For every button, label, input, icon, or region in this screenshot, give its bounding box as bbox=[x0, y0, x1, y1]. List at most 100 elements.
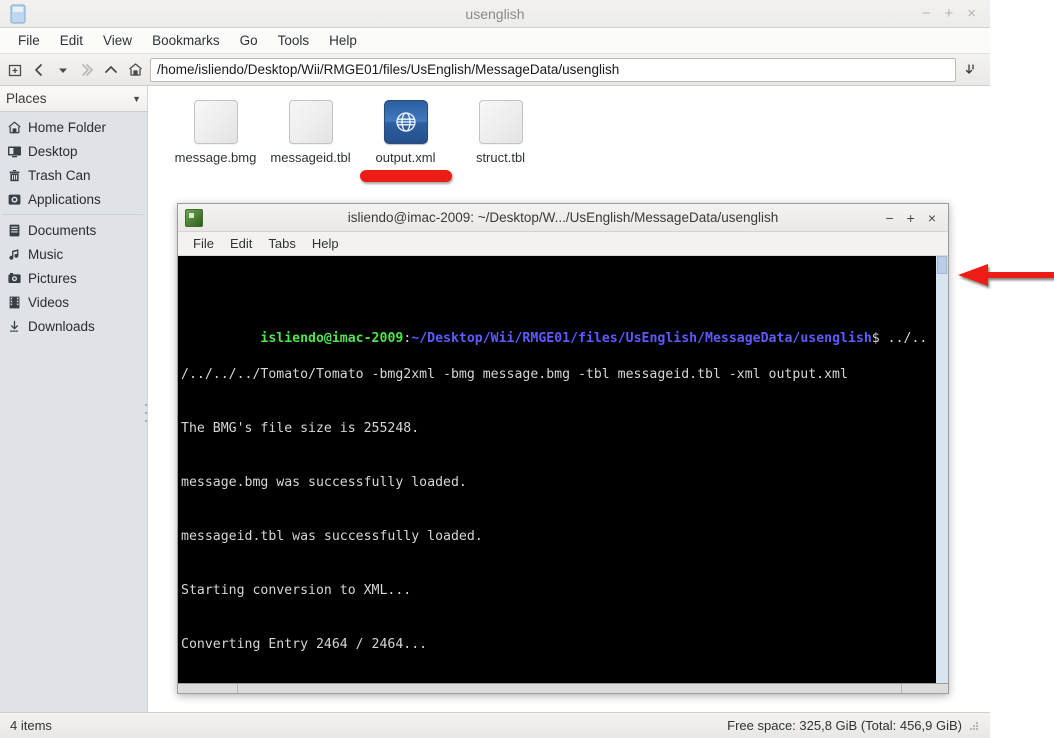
pictures-icon bbox=[6, 270, 22, 286]
menu-tools[interactable]: Tools bbox=[270, 30, 318, 51]
terminal-line: /../../../Tomato/Tomato -bmg2xml -bmg me… bbox=[181, 367, 848, 382]
up-icon[interactable] bbox=[100, 58, 122, 82]
sidebar-item-music[interactable]: Music bbox=[0, 242, 147, 266]
menu-go[interactable]: Go bbox=[232, 30, 266, 51]
terminal-menu-tabs[interactable]: Tabs bbox=[261, 234, 302, 253]
path-text: /home/isliendo/Desktop/Wii/RMGE01/files/… bbox=[157, 62, 620, 77]
sidebar-label: Pictures bbox=[28, 270, 77, 286]
file-manager-titlebar[interactable]: usenglish − + × bbox=[0, 0, 990, 28]
sidebar-label: Downloads bbox=[28, 318, 95, 334]
sidebar-item-documents[interactable]: Documents bbox=[0, 218, 147, 242]
menu-help[interactable]: Help bbox=[321, 30, 365, 51]
sidebar-item-home-folder[interactable]: Home Folder bbox=[0, 115, 147, 139]
terminal-bottom-bar bbox=[178, 683, 948, 693]
terminal-screen-wrap: isliendo@imac-2009:~/Desktop/Wii/RMGE01/… bbox=[178, 256, 948, 683]
minimize-button[interactable]: − bbox=[922, 6, 931, 21]
sidebar-label: Applications bbox=[28, 191, 101, 207]
file-label: struct.tbl bbox=[475, 150, 526, 165]
sidebar-divider bbox=[2, 214, 143, 215]
prompt-command: $ ../.. bbox=[871, 331, 928, 346]
new-tab-icon[interactable] bbox=[4, 58, 26, 82]
terminal-line: The BMG's file size is 255248. bbox=[181, 421, 420, 436]
sidebar-item-applications[interactable]: Applications bbox=[0, 187, 147, 211]
menu-file[interactable]: File bbox=[10, 30, 48, 51]
documents-icon bbox=[6, 222, 22, 238]
file-label: output.xml bbox=[375, 150, 436, 165]
menu-bookmarks[interactable]: Bookmarks bbox=[144, 30, 228, 51]
file-manager-title: usenglish bbox=[465, 5, 525, 22]
file-item-messageid-tbl[interactable]: messageid.tbl bbox=[263, 98, 358, 182]
terminal-icon bbox=[185, 208, 203, 227]
music-icon bbox=[6, 246, 22, 262]
file-item-output-xml[interactable]: output.xml bbox=[358, 98, 453, 182]
annotation-underline bbox=[359, 170, 452, 182]
prompt-path: ~/Desktop/Wii/RMGE01/files/UsEnglish/Mes… bbox=[411, 331, 872, 346]
terminal-menu-edit[interactable]: Edit bbox=[223, 234, 259, 253]
menu-view[interactable]: View bbox=[95, 30, 140, 51]
xml-globe-icon bbox=[383, 100, 428, 144]
menu-edit[interactable]: Edit bbox=[52, 30, 91, 51]
maximize-button[interactable]: + bbox=[907, 210, 915, 226]
places-header-label: Places bbox=[6, 91, 47, 106]
places-list: Home Folder Desktop Trash Can Applicatio… bbox=[0, 112, 147, 338]
chevron-down-icon[interactable] bbox=[52, 58, 74, 82]
sidebar-item-pictures[interactable]: Pictures bbox=[0, 266, 147, 290]
file-manager-toolbar: /home/isliendo/Desktop/Wii/RMGE01/files/… bbox=[0, 54, 990, 86]
terminal-window: isliendo@imac-2009: ~/Desktop/W.../UsEng… bbox=[177, 203, 949, 694]
terminal-menubar: File Edit Tabs Help bbox=[178, 232, 948, 256]
file-manager-icon bbox=[8, 3, 28, 25]
file-item-struct-tbl[interactable]: struct.tbl bbox=[453, 98, 548, 182]
resize-grip[interactable] bbox=[968, 720, 980, 732]
terminal-line: messageid.tbl was successfully loaded. bbox=[181, 529, 483, 544]
sidebar-item-videos[interactable]: Videos bbox=[0, 290, 147, 314]
terminal-scrollbar-thumb[interactable] bbox=[937, 256, 947, 274]
path-input[interactable]: /home/isliendo/Desktop/Wii/RMGE01/files/… bbox=[150, 57, 956, 82]
chevron-down-icon[interactable]: ▼ bbox=[132, 94, 141, 104]
applications-icon bbox=[6, 191, 22, 207]
terminal-screen[interactable]: isliendo@imac-2009:~/Desktop/Wii/RMGE01/… bbox=[178, 256, 935, 683]
forward-icon bbox=[76, 58, 98, 82]
terminal-window-buttons: − + × bbox=[885, 210, 948, 226]
places-header[interactable]: Places ▼ bbox=[0, 86, 147, 112]
videos-icon bbox=[6, 294, 22, 310]
file-manager-window-buttons: − + × bbox=[922, 6, 990, 21]
terminal-scrollbar[interactable] bbox=[935, 256, 948, 683]
terminal-line: Starting conversion to XML... bbox=[181, 583, 412, 598]
terminal-line: isliendo@imac-2009:~/Desktop/Wii/RMGE01/… bbox=[181, 312, 935, 346]
file-label: message.bmg bbox=[174, 150, 257, 165]
file-manager-statusbar: 4 items Free space: 325,8 GiB (Total: 45… bbox=[0, 712, 990, 738]
home-icon bbox=[6, 119, 22, 135]
back-icon[interactable] bbox=[28, 58, 50, 82]
close-button[interactable]: × bbox=[967, 6, 976, 21]
file-item-message-bmg[interactable]: message.bmg bbox=[168, 98, 263, 182]
desktop-icon bbox=[6, 143, 22, 159]
trash-icon bbox=[6, 167, 22, 183]
file-manager-menubar: File Edit View Bookmarks Go Tools Help bbox=[0, 28, 990, 54]
sidebar-label: Trash Can bbox=[28, 167, 91, 183]
sidebar-label: Music bbox=[28, 246, 64, 262]
terminal-line: message.bmg was successfully loaded. bbox=[181, 475, 467, 490]
sidebar-item-trash-can[interactable]: Trash Can bbox=[0, 163, 147, 187]
path-dropdown-icon[interactable] bbox=[960, 58, 982, 82]
sidebar-label: Home Folder bbox=[28, 119, 107, 135]
places-sidebar: Places ▼ Home Folder Desktop Trash Can A… bbox=[0, 86, 148, 712]
screenshot-root: usenglish − + × File Edit View Bookmarks… bbox=[0, 0, 1054, 738]
generic-file-icon bbox=[288, 100, 333, 144]
file-label: messageid.tbl bbox=[270, 150, 351, 165]
downloads-icon bbox=[6, 318, 22, 334]
home-icon[interactable] bbox=[124, 58, 146, 82]
close-button[interactable]: × bbox=[928, 210, 936, 226]
terminal-menu-file[interactable]: File bbox=[186, 234, 221, 253]
sidebar-label: Desktop bbox=[28, 143, 78, 159]
sidebar-item-desktop[interactable]: Desktop bbox=[0, 139, 147, 163]
sidebar-item-downloads[interactable]: Downloads bbox=[0, 314, 147, 338]
free-space-label: Free space: 325,8 GiB (Total: 456,9 GiB) bbox=[727, 718, 962, 733]
terminal-title: isliendo@imac-2009: ~/Desktop/W.../UsEng… bbox=[347, 210, 779, 225]
terminal-menu-help[interactable]: Help bbox=[305, 234, 346, 253]
file-list: message.bmg messageid.tbl output.xml str… bbox=[148, 86, 990, 182]
sidebar-label: Videos bbox=[28, 294, 70, 310]
maximize-button[interactable]: + bbox=[944, 6, 953, 21]
minimize-button[interactable]: − bbox=[885, 210, 893, 226]
terminal-titlebar[interactable]: isliendo@imac-2009: ~/Desktop/W.../UsEng… bbox=[178, 204, 948, 232]
generic-file-icon bbox=[478, 100, 523, 144]
